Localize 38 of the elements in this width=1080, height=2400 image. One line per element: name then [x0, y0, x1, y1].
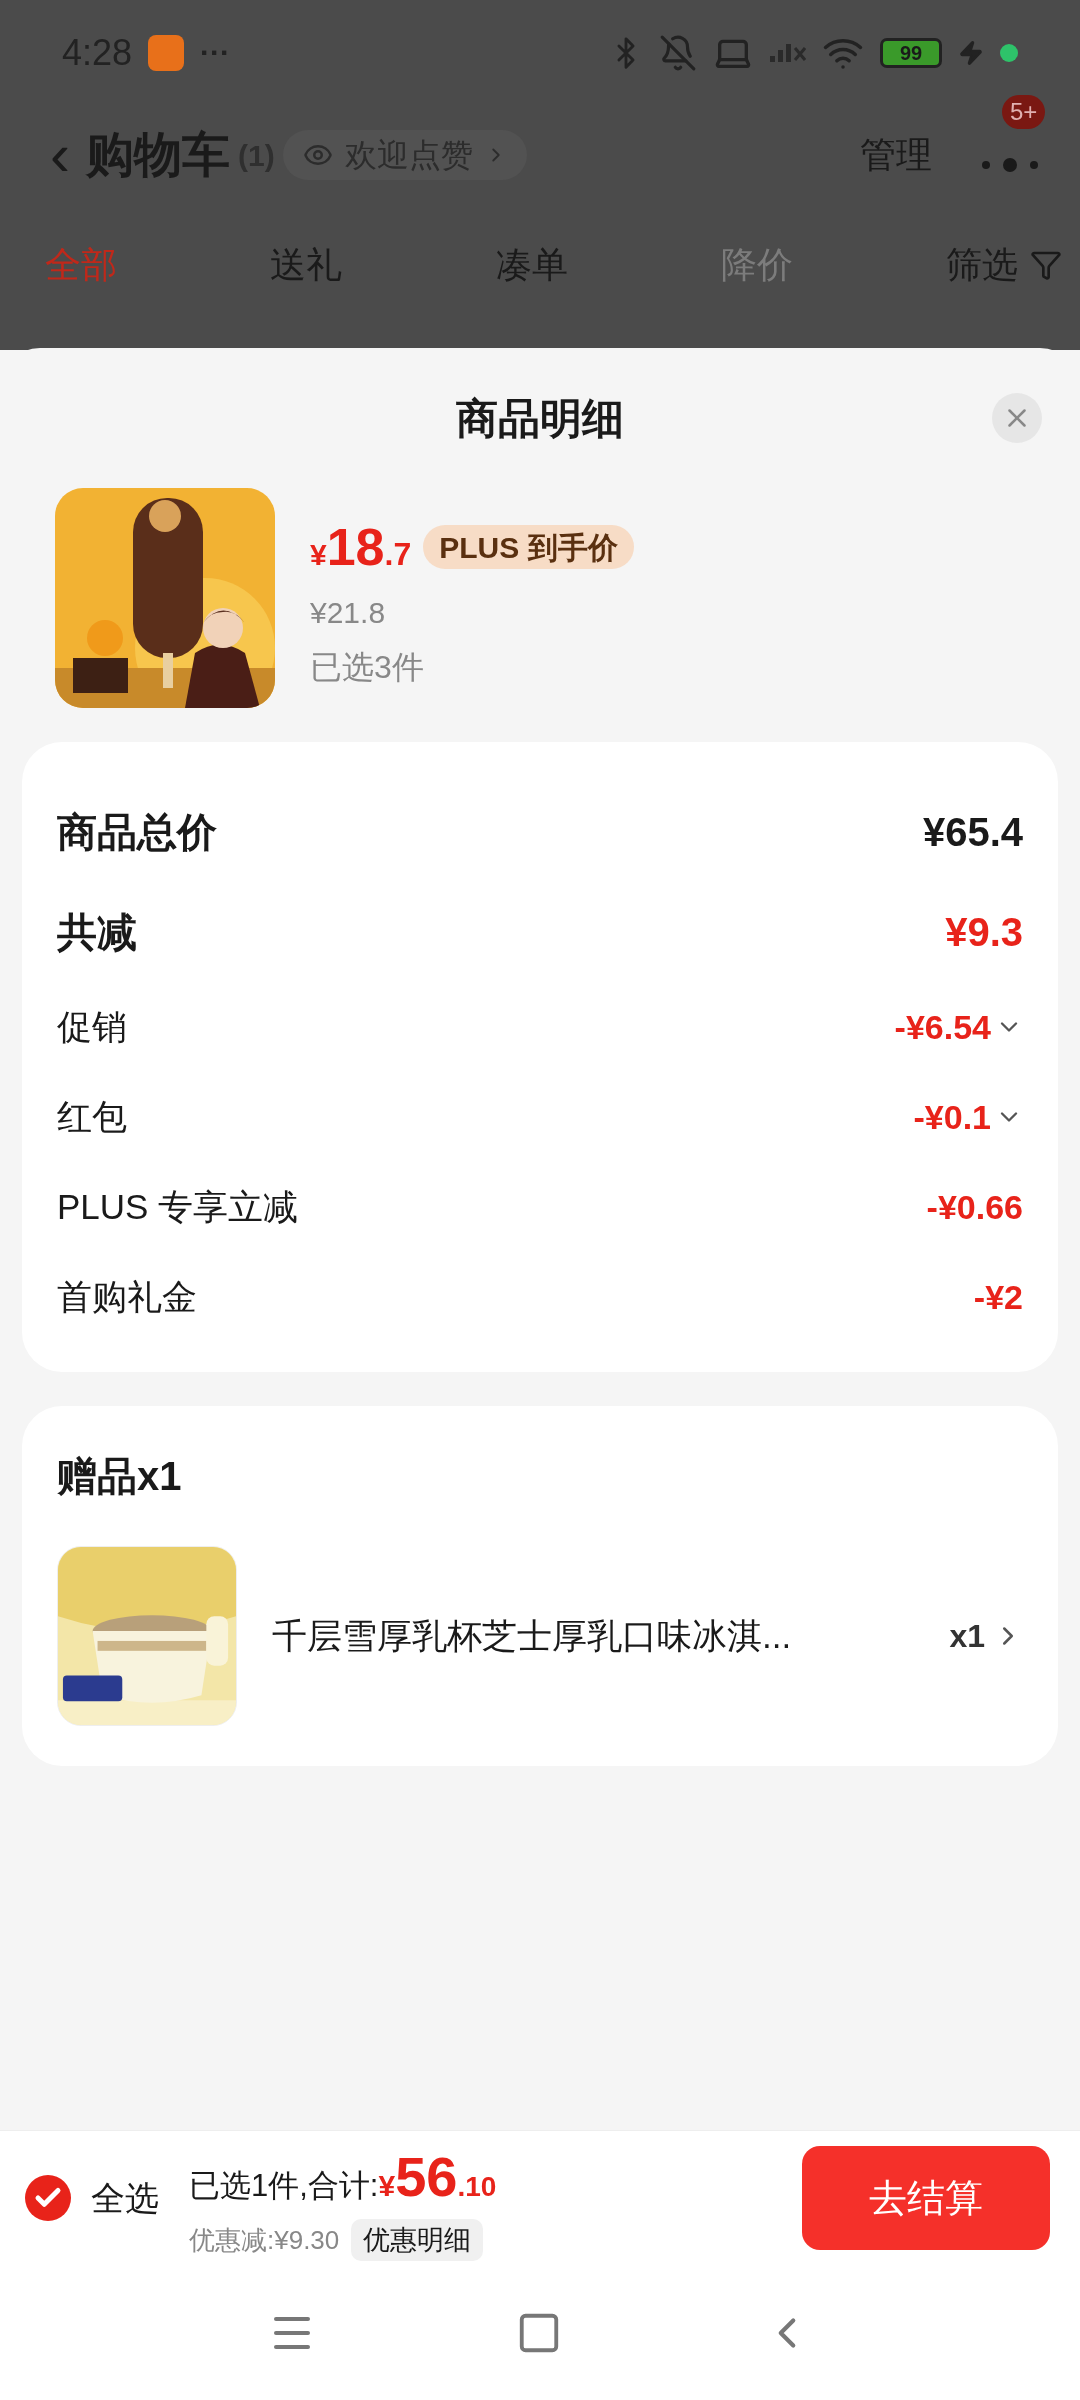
summary-label: PLUS 专享立减 [57, 1185, 299, 1228]
plus-price-tag: PLUS 到手价 [423, 525, 634, 569]
summary-label: 商品总价 [57, 809, 217, 856]
summary-value: ¥65.4 [922, 809, 1023, 856]
summary-label: 促销 [57, 1005, 127, 1048]
app-logo-icon [148, 34, 185, 71]
mute-icon [659, 33, 697, 72]
summary-label: 红包 [57, 1095, 127, 1138]
sheet-title: 商品明细 [456, 393, 624, 444]
tab[interactable]: 全部 [45, 238, 117, 292]
summary-value: -¥6.54 [894, 1006, 991, 1048]
select-all-label: 全选 [91, 2177, 159, 2219]
back-button[interactable]: ‹ [50, 125, 70, 185]
filter-icon [1030, 249, 1062, 281]
select-all-checkbox[interactable] [25, 2175, 71, 2221]
summary-value: -¥0.66 [926, 1186, 1023, 1228]
selected-count: 已选3件 [310, 648, 425, 687]
gift-title: 赠品x1 [57, 1453, 183, 1500]
signal-icon [769, 42, 806, 63]
summary-label: 首购礼金 [57, 1275, 197, 1318]
selection-summary: 已选1件,合计: [189, 2167, 379, 2205]
discount-detail-button[interactable]: 优惠明细 [351, 2219, 484, 2261]
total-price: ¥56.10 [378, 2144, 497, 2210]
original-price: ¥21.8 [310, 595, 387, 631]
notification-badge: 5+ [1002, 95, 1046, 129]
saving-amount: 优惠减:¥9.30 [189, 2223, 340, 2257]
battery-icon: 99 [880, 37, 942, 68]
gift-name: 千层雪厚乳杯芝士厚乳口味冰淇... [272, 1614, 793, 1657]
notification-more: ··· [200, 35, 231, 71]
summary-value: -¥2 [973, 1276, 1023, 1318]
checkout-button[interactable]: 去结算 [802, 2146, 1050, 2250]
summary-label: 共减 [57, 909, 137, 956]
charging-icon [958, 39, 984, 66]
gift-quantity: x1 [949, 1617, 985, 1656]
summary-value: -¥0.1 [913, 1096, 991, 1138]
summary-value: ¥9.3 [945, 909, 1023, 956]
close-button[interactable] [992, 393, 1042, 443]
product-price: ¥18.7 [310, 517, 412, 578]
